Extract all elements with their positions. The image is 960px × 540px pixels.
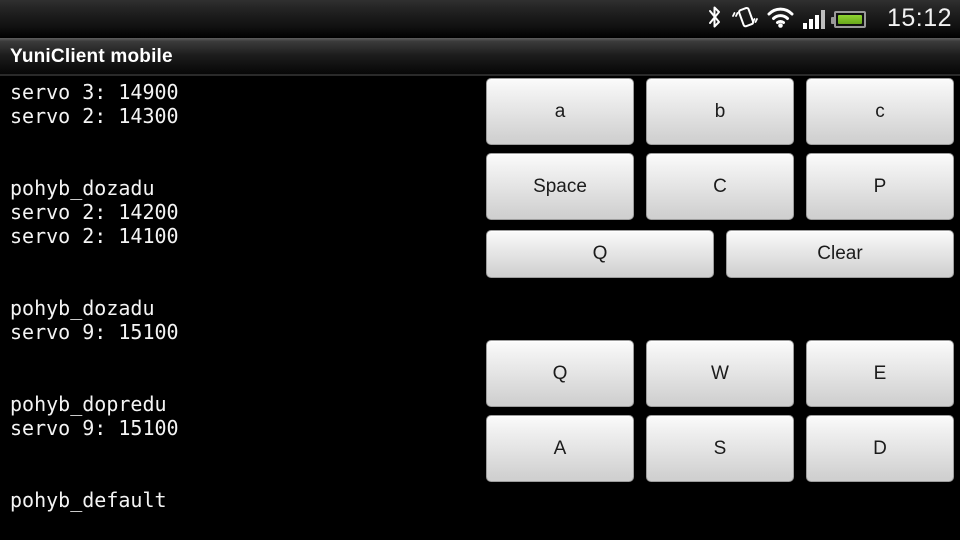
- log-line: servo 2: 14300: [10, 104, 179, 128]
- button-q-wide[interactable]: Q: [486, 230, 714, 278]
- button-p[interactable]: P: [806, 153, 954, 220]
- status-bar: 15:12: [0, 0, 960, 38]
- log-line: pohyb_dopredu: [10, 392, 167, 416]
- log-line: pohyb_default: [10, 488, 167, 512]
- wifi-icon: [767, 5, 794, 34]
- button-clear[interactable]: Clear: [726, 230, 954, 278]
- button-space[interactable]: Space: [486, 153, 634, 220]
- button-c-upper[interactable]: C: [646, 153, 794, 220]
- log-line: pohyb_dozadu: [10, 296, 155, 320]
- console-log-area[interactable]: servo 3: 14900 servo 2: 14300 pohyb_dozadu…: [0, 78, 478, 540]
- button-e[interactable]: E: [806, 340, 954, 407]
- log-line: pohyb_dozadu: [10, 176, 155, 200]
- status-clock: 15:12: [886, 3, 952, 32]
- button-c[interactable]: c: [806, 78, 954, 145]
- cellular-signal-icon: [802, 9, 825, 29]
- button-q[interactable]: Q: [486, 340, 634, 407]
- log-line: servo 3: 14900: [10, 80, 179, 104]
- log-line: servo 2: 14200: [10, 200, 179, 224]
- bluetooth-icon: [706, 5, 723, 34]
- log-line: servo 9: 15100: [10, 416, 179, 440]
- app-title: YuniClient mobile: [10, 46, 173, 67]
- button-d[interactable]: D: [806, 415, 954, 482]
- log-line: servo 2: 14100: [10, 224, 179, 248]
- button-a[interactable]: a: [486, 78, 634, 145]
- button-w[interactable]: W: [646, 340, 794, 407]
- phone-screen: 15:12 YuniClient mobile servo 3: 14900 se…: [0, 0, 960, 540]
- button-b[interactable]: b: [646, 78, 794, 145]
- status-bar-icons: 15:12: [706, 0, 952, 38]
- vibrate-icon: [732, 5, 758, 34]
- log-line: servo 9: 15100: [10, 320, 179, 344]
- battery-icon: [830, 10, 866, 28]
- button-s[interactable]: S: [646, 415, 794, 482]
- button-a-upper[interactable]: A: [486, 415, 634, 482]
- title-bar: YuniClient mobile: [0, 38, 960, 76]
